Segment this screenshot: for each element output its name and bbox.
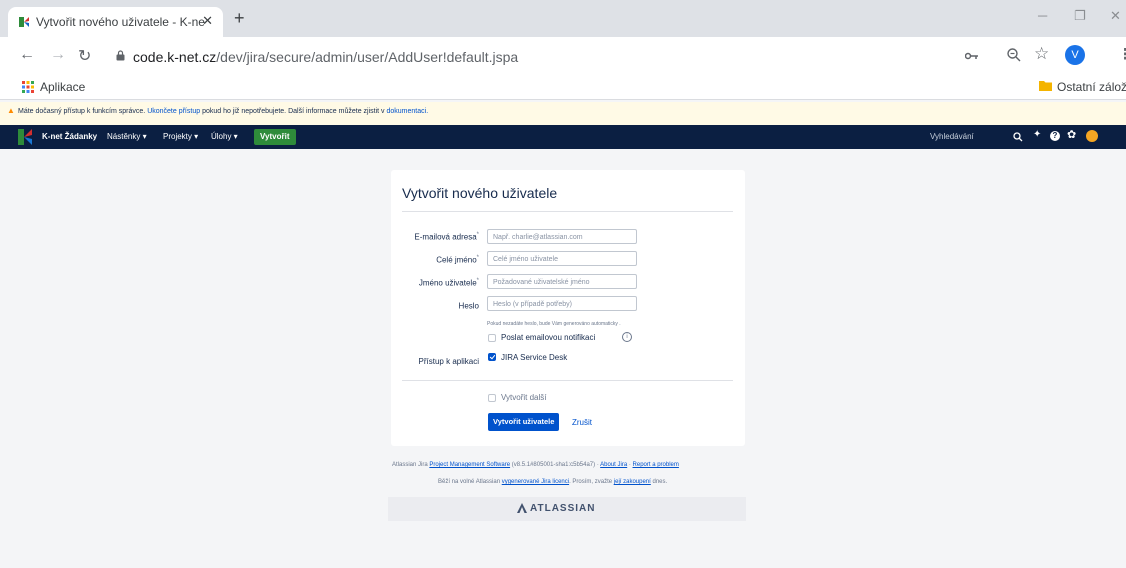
banner-text: Máte dočasný přístup k funkcím správce. … — [18, 108, 428, 115]
footer-line-1: Atlassian Jira Project Management Softwa… — [392, 462, 679, 468]
restore-icon[interactable]: ❐ — [1074, 8, 1086, 24]
fullname-label: Celé jméno* — [391, 255, 479, 265]
create-another-label: Vytvořit další — [501, 393, 547, 402]
username-required-mark: * — [476, 278, 479, 284]
tab-title: Vytvořit nového uživatele - K-ne — [36, 15, 205, 29]
new-tab-icon[interactable]: + — [234, 8, 245, 29]
url-path: /dev/jira/secure/admin/user/AddUser!defa… — [216, 49, 519, 65]
nav-dashboards[interactable]: Nástěnky ▾ — [107, 132, 147, 141]
email-label-text: E-mailová adresa — [414, 232, 477, 242]
star-icon[interactable]: ☆ — [1034, 44, 1049, 64]
password-hint: Pokud nezadáte heslo, bude Vám generován… — [487, 321, 621, 327]
generated-license-link[interactable]: vygenerované Jira licenci — [502, 479, 569, 485]
url-text[interactable]: code.k-net.cz/dev/jira/secure/admin/user… — [133, 49, 518, 65]
user-avatar[interactable] — [1086, 130, 1098, 142]
purchase-link[interactable]: její zakoupení — [614, 479, 651, 485]
banner-text-b: pokud ho již nepotřebujete. Další inform… — [202, 108, 385, 115]
footer-text-a: Atlassian Jira — [392, 462, 428, 468]
help-icon[interactable]: ? — [1050, 131, 1060, 141]
fullname-field[interactable]: Celé jméno uživatele — [487, 251, 637, 266]
jira-service-desk-checkbox[interactable] — [488, 353, 496, 361]
forward-icon[interactable]: → — [50, 46, 66, 64]
email-required-mark: * — [476, 232, 479, 238]
info-icon[interactable]: i — [622, 332, 632, 342]
footer-license-text-b: . Prosím, zvažte — [569, 479, 613, 485]
apps-grid-icon[interactable] — [22, 81, 34, 93]
project-management-link[interactable]: Project Management Software — [429, 462, 510, 468]
search-input[interactable]: Vyhledávání — [930, 129, 1003, 145]
fullname-label-text: Celé jméno — [436, 255, 477, 265]
search-icon[interactable] — [1013, 132, 1023, 142]
about-jira-link[interactable]: About Jira — [600, 462, 627, 468]
zoom-icon[interactable] — [1007, 48, 1021, 62]
lock-icon — [116, 50, 125, 61]
add-user-form: Vytvořit nového uživatele E-mailová adre… — [391, 170, 745, 446]
minimize-icon[interactable]: ─ — [1038, 8, 1047, 23]
folder-icon — [1039, 81, 1052, 91]
footer-version: (v8.5.1#805001-sha1:c5b54a7) — [511, 462, 596, 468]
tab-close-icon[interactable]: ✕ — [202, 13, 213, 29]
footer-separator: · — [628, 462, 631, 468]
report-problem-link[interactable]: Report a problem — [633, 462, 679, 468]
bookmarks-bar — [0, 75, 1126, 100]
password-label: Heslo — [391, 301, 479, 311]
close-window-icon[interactable]: ✕ — [1110, 8, 1121, 24]
username-field[interactable]: Požadované uživatelské jméno — [487, 274, 637, 289]
username-label: Jméno uživatele* — [391, 278, 479, 288]
other-bookmarks[interactable]: Ostatní záložky — [1057, 80, 1126, 94]
username-label-text: Jméno uživatele — [418, 278, 477, 288]
nav-issues[interactable]: Úlohy ▾ — [211, 132, 238, 141]
email-field[interactable]: Např. charlie@atlassian.com — [487, 229, 637, 244]
key-icon[interactable] — [965, 52, 979, 60]
settings-gear-icon[interactable]: ✿ — [1067, 128, 1076, 141]
notifications-icon[interactable]: ✦ — [1033, 129, 1041, 140]
password-label-text: Heslo — [458, 301, 479, 311]
create-user-button[interactable]: Vytvořit uživatele — [488, 413, 560, 431]
send-notification-label: Poslat emailovou notifikaci — [501, 333, 596, 342]
send-notification-checkbox[interactable] — [488, 334, 496, 342]
footer-separator: · — [596, 462, 599, 468]
atlassian-logo-icon[interactable] — [517, 503, 527, 513]
nav-projects[interactable]: Projekty ▾ — [163, 132, 198, 141]
cancel-link[interactable]: Zrušit — [572, 418, 592, 427]
k-net-favicon-icon — [19, 17, 29, 27]
footer-license-text-a: Běží na volné Atlassian — [438, 479, 501, 485]
fullname-required-mark: * — [476, 255, 479, 261]
footer-line-2: Běží na volné Atlassian vygenerované Jir… — [438, 479, 667, 485]
email-label: E-mailová adresa* — [391, 232, 479, 242]
form-divider — [402, 380, 733, 381]
k-net-logo-icon[interactable] — [18, 129, 32, 145]
documentation-link[interactable]: dokumentaci. — [387, 108, 429, 115]
url-host: code.k-net.cz — [133, 49, 217, 65]
create-another-checkbox[interactable] — [488, 394, 496, 402]
jira-service-desk-label: JIRA Service Desk — [501, 353, 568, 362]
back-icon[interactable]: ← — [19, 46, 35, 64]
end-access-link[interactable]: Ukončete přístup — [147, 108, 200, 115]
footer-license-text-c: dnes. — [652, 479, 668, 485]
page-title: Vytvořit nového uživatele — [402, 185, 558, 201]
kebab-menu-icon[interactable]: ⋮ — [1118, 45, 1126, 63]
profile-avatar[interactable]: V — [1065, 45, 1085, 65]
brand-link[interactable]: K-net Žádanky — [42, 132, 97, 141]
title-divider — [402, 211, 733, 212]
warning-icon: ▲ — [7, 106, 15, 115]
reload-icon[interactable]: ↻ — [78, 46, 91, 66]
atlassian-logo-text[interactable]: ATLASSIAN — [530, 503, 595, 514]
app-access-label: Přístup k aplikaci — [418, 357, 479, 366]
banner-text-a: Máte dočasný přístup k funkcím správce. — [18, 108, 146, 115]
create-button[interactable]: Vytvořit — [254, 129, 296, 145]
password-field[interactable]: Heslo (v případě potřeby) — [487, 296, 637, 311]
apps-bookmark[interactable]: Aplikace — [40, 80, 85, 94]
browser-tab[interactable]: Vytvořit nového uživatele - K-ne ✕ — [8, 7, 223, 37]
